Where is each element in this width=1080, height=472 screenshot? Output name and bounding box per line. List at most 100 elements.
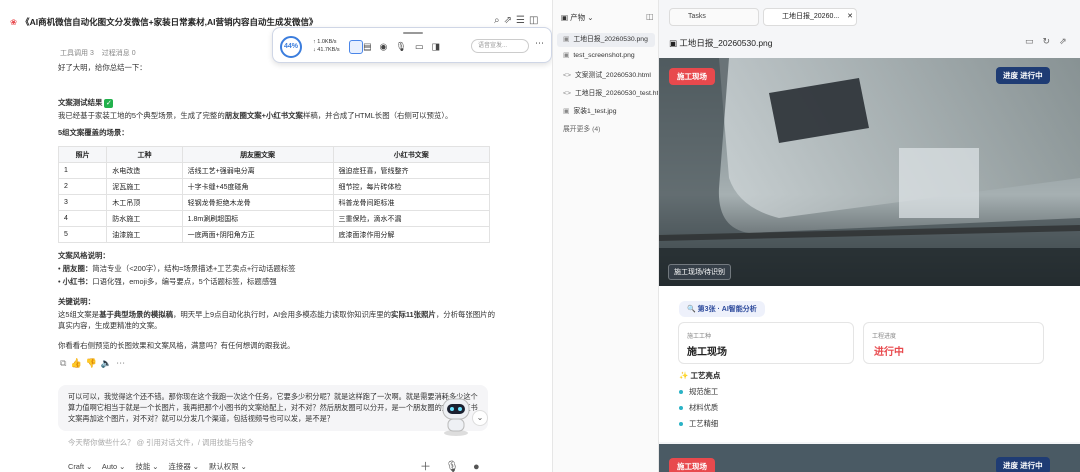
tab-tool-calls[interactable]: 工具调用 3 (60, 50, 94, 57)
tab-preview-file[interactable]: 工地日报_20260... ✕ (763, 8, 857, 26)
floating-toolbar: 44% ↑ 1.0KB/s ↓ 41.7KB/s ▤◉🎙▭◨ 语音宣发... ⋯ (272, 27, 552, 63)
title-toolbar: ⌕⇗☰◫ (494, 15, 542, 26)
folder-icon: ▣ (561, 13, 571, 22)
scroll-down-button[interactable]: ⌄ (472, 410, 488, 426)
artifact-file-item[interactable]: <> 文案测试_20260530.html (563, 69, 651, 79)
microphone-icon[interactable]: 🎙 (395, 41, 414, 51)
file-icon: <> (563, 90, 571, 97)
speaker-icon[interactable]: 🔈 (101, 358, 116, 368)
file-name: 工地日报_20260530_test.html (574, 90, 659, 97)
thumbs-up-icon[interactable]: 👍 (70, 358, 85, 368)
artifacts-panel: ▣ 产物 ⌄ ◫ ▣ 工地日报_20260530.png ▣ test_screens… (552, 0, 659, 472)
drag-handle[interactable] (403, 32, 423, 34)
closing-text: 你看看右侧预览的长图效果和文案风格，满意吗？有任何想调的跟我说。 (58, 341, 295, 350)
input-actions: ＋🎙● (420, 458, 494, 472)
copy-icon[interactable]: ⧉ (60, 358, 70, 368)
microphone-icon[interactable]: 🎙 (445, 461, 473, 472)
document-icon[interactable]: ▤ (363, 41, 380, 51)
artifact-file-item[interactable]: ▣ 家装1_test.jpg (563, 105, 617, 115)
table-cell: 一底两面+阴阳角方正 (181, 226, 334, 243)
chat-input[interactable]: 今天帮你做些什么？ @ 引用对话文件，/ 调用技能与指令 (68, 437, 254, 448)
collapse-panel-icon[interactable]: ◫ (646, 12, 654, 21)
table-cell: 油漆施工 (106, 226, 183, 243)
tab-process-messages[interactable]: 过程消息 0 (102, 50, 136, 57)
file-name: test_screenshot.png (573, 52, 635, 59)
table-header: 朋友圈文案 (181, 146, 334, 163)
table-cell: 强迫症狂喜，管线整齐 (332, 162, 490, 179)
scene-badge: 施工现场 (669, 68, 715, 85)
highlight-item: 工艺精细 (679, 419, 718, 429)
thumbs-down-icon[interactable]: 👎 (86, 358, 101, 368)
add-icon[interactable]: ＋ (420, 461, 445, 472)
toolbar-search-input[interactable]: 语音宣发... (471, 39, 529, 53)
menu-icon[interactable]: ☰ (516, 15, 529, 26)
share-icon[interactable]: ⇗ (504, 15, 516, 26)
craft-mode-select[interactable]: Craft ⌄ (68, 462, 92, 471)
style-item: • 朋友圈：简洁专业（<200字），结构=场景描述+工艺卖点+行动话题标签 (58, 264, 296, 273)
skills-select[interactable]: 技能 ⌄ (135, 462, 158, 471)
input-toolbar: Craft ⌄ Auto ⌄ 技能 ⌄ 连接器 ⌄ 默认权限 ⌄ (68, 461, 255, 472)
artifact-file-item[interactable]: ▣ test_screenshot.png (563, 51, 635, 59)
show-more-link[interactable]: 展开更多 (4) (563, 123, 600, 133)
analysis-card: 🔍 第3张 · AI智能分析 施工工种 施工现场 工程进度 进行中 ✨ 工艺亮点… (659, 286, 1080, 442)
file-icon: ▣ (563, 108, 570, 115)
connector-select[interactable]: 连接器 ⌄ (169, 462, 199, 471)
progress-field: 工程进度 进行中 (863, 322, 1044, 364)
open-folder-icon[interactable]: ▭ (1025, 36, 1043, 46)
globe-icon[interactable]: ◉ (380, 41, 396, 51)
table-row: 1 水电改造 活线工艺+强弱电分离 强迫症狂喜，管线整齐 (57, 162, 490, 179)
external-link-icon[interactable]: ⇗ (1059, 36, 1076, 46)
split-view-icon[interactable]: ◫ (529, 15, 542, 26)
table-cell: 防水施工 (106, 210, 183, 227)
file-name: 家装1_test.jpg (573, 108, 617, 115)
style-title: 文案风格说明： (58, 251, 110, 260)
style-item: • 小红书：口语化强，emoji多，编号要点，5个话题标签，标题感强 (58, 277, 277, 286)
preview-file-title: ▣ 工地日报_20260530.png (669, 38, 773, 48)
work-type-field: 施工工种 施工现场 (678, 322, 854, 364)
file-name: 工地日报_20260530.png (573, 36, 648, 43)
image-file-icon: ▣ (669, 38, 680, 48)
model-select[interactable]: Auto ⌄ (102, 462, 125, 471)
ai-analysis-tag: 🔍 第3张 · AI智能分析 (679, 301, 765, 317)
refresh-icon[interactable]: ↻ (1043, 36, 1060, 46)
artifacts-header[interactable]: ▣ 产物 ⌄ (561, 12, 594, 23)
upload-speed: ↑ 1.0KB/s (313, 39, 337, 45)
more-icon[interactable]: ⋯ (535, 38, 544, 49)
artifact-file-item[interactable]: <> 工地日报_20260530_test.html (563, 87, 659, 97)
tab-tasks[interactable]: Tasks (669, 8, 759, 26)
table-cell: 1 (57, 162, 108, 179)
table-cell: 泥瓦施工 (106, 178, 183, 195)
table-cell: 活线工艺+强弱电分离 (181, 162, 334, 179)
screenshot-icon[interactable] (349, 40, 363, 54)
cc-icon[interactable]: ◨ (431, 41, 448, 51)
user-message: 可以可以，我觉得这个还不错。那你现在这个我跑一次这个任务，它要多少积分呢？就是这… (58, 385, 488, 431)
artifact-file-item[interactable]: ▣ 工地日报_20260530.png (557, 33, 655, 47)
send-button[interactable]: ● (473, 461, 494, 472)
preview-pane: Tasks 工地日报_20260... ✕ ▣ 工地日报_20260530.pn… (659, 0, 1080, 472)
close-icon[interactable]: ✕ (847, 13, 853, 20)
more-icon[interactable]: ⋯ (116, 358, 129, 368)
conversation-title: ❀ 《AI商机微信自动化图文分发微信+家装日常素材,AI营销内容自动生成发微信》 (10, 17, 318, 27)
folder-icon[interactable]: ▭ (415, 41, 432, 51)
table-cell: 科普龙骨间距标准 (332, 194, 490, 211)
summary-text: 我已经基于家装工地的5个典型场景，生成了完整的朋友圈文案+小红书文案样稿，并合成… (58, 111, 453, 120)
highlight-item: 规范施工 (679, 387, 718, 397)
highlights-title: ✨ 工艺亮点 (679, 371, 721, 380)
scenes-title: 5组文案覆盖的场景： (58, 128, 129, 137)
progress-badge-2: 进度 进行中 (996, 457, 1050, 472)
permission-select[interactable]: 默认权限 ⌄ (209, 462, 247, 471)
file-icon: ▣ (563, 36, 570, 43)
table-cell: 水电改造 (106, 162, 183, 179)
table-header: 工种 (106, 146, 183, 163)
search-icon[interactable]: ⌕ (494, 15, 504, 26)
table-cell: 4 (57, 210, 108, 227)
highlight-item: 材料优质 (679, 403, 718, 413)
photo-tag: 施工现场/待识别 (668, 264, 731, 280)
message-tabs: 工具调用 3 过程消息 0 (60, 48, 142, 58)
key-title: 关键说明： (58, 297, 95, 306)
table-cell: 1.8m涮刷超国标 (181, 210, 334, 227)
section-title: 文案测试结果 ✓ (58, 98, 114, 108)
preview-tabs: Tasks 工地日报_20260... ✕ (659, 8, 1080, 26)
table-cell: 2 (57, 178, 108, 195)
search-icon: 🔍 (687, 306, 698, 313)
